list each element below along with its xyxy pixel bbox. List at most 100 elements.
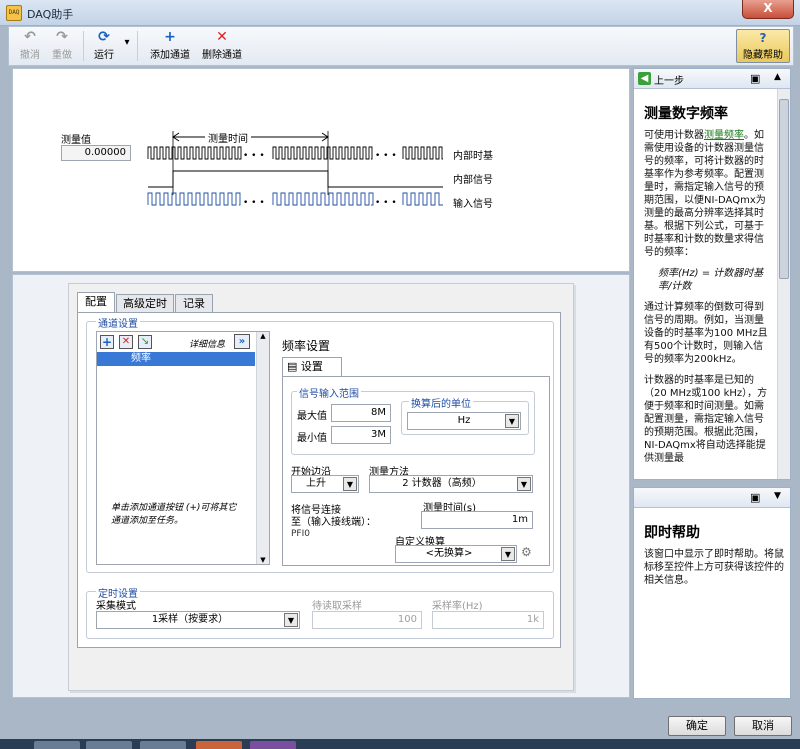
samples-to-read-label: 待读取采样 <box>312 601 362 612</box>
toolbar: ↶ 撤消 ↷ 重做 ⟳ 运行 ▾ + 添加通道 ✕ 删除通道 ? 隐藏帮助 <box>8 26 794 66</box>
help-formula: 频率(Hz) = 计数器时基率/计数 <box>658 268 764 292</box>
internal-signal-label: 内部信号 <box>453 175 493 186</box>
help-text-part: 可使用计数器 <box>644 130 704 141</box>
context-help-title: 即时帮助 <box>644 525 700 541</box>
back-arrow-icon[interactable]: ◀ <box>638 72 651 85</box>
run-label: 运行 <box>94 50 114 61</box>
undo-label: 撤消 <box>20 50 40 61</box>
input-signal-label: 输入信号 <box>453 199 493 210</box>
context-help-text: 该窗口中显示了即时帮助。将鼠标移至控件上方可获得该控件的相关信息。 <box>644 549 784 586</box>
custom-scale-value: <无换算> <box>425 548 473 559</box>
max-value-label: 最大值 <box>297 411 327 422</box>
settings-icon: ▤ <box>287 360 298 373</box>
taskbar-item[interactable] <box>140 741 186 749</box>
context-help-header: ▣ ▼ <box>634 488 790 508</box>
redo-button[interactable]: ↷ 重做 <box>47 29 77 61</box>
internal-timebase-label: 内部时基 <box>453 151 493 162</box>
min-value-input[interactable]: 3M <box>331 426 391 444</box>
starting-edge-value: 上升 <box>306 478 326 489</box>
measure-time-label: 测量时间 <box>205 130 251 145</box>
channel-list-item[interactable]: 频率 <box>97 352 255 366</box>
taskbar-item[interactable] <box>250 741 296 749</box>
toolbar-separator <box>137 31 138 61</box>
tab-config[interactable]: 配置 <box>77 292 115 313</box>
run-button[interactable]: ⟳ 运行 <box>89 29 119 61</box>
undo-button[interactable]: ↶ 撤消 <box>15 29 45 61</box>
help-title: 测量数字频率 <box>644 106 728 122</box>
help-scroll-thumb[interactable] <box>779 99 789 279</box>
units-select[interactable]: Hz ▼ <box>407 412 521 430</box>
hide-help-label: 隐藏帮助 <box>743 50 783 61</box>
acquisition-mode-value: 1采样（按要求） <box>151 614 229 625</box>
svg-text:• • •: • • • <box>243 151 265 161</box>
chevron-down-icon: ▼ <box>505 414 519 428</box>
timing-diagram: • • • • • • • • • • • • <box>147 131 443 208</box>
double-chevron-right-icon: » <box>238 336 246 347</box>
scroll-up-icon: ▲ <box>260 332 266 340</box>
undock-icon[interactable]: ▣ <box>750 72 760 85</box>
delete-channel-label: 删除通道 <box>202 50 242 61</box>
starting-edge-select[interactable]: 上升 ▼ <box>291 475 359 493</box>
config-sheet: 配置 高级定时 记录 通道设置 + ✕ ↘ 详细信息 » 频率 单击添加通道按钮… <box>68 283 574 691</box>
help-link-measure-frequency[interactable]: 测量频率 <box>704 130 744 141</box>
sample-rate-input[interactable]: 1k <box>432 611 544 629</box>
ok-button[interactable]: 确定 <box>668 716 726 736</box>
close-button[interactable]: X <box>742 0 794 19</box>
help-text-part: 。如需使用设备的计数器测量信号的频率，可将计数器的时基率作为参考频率。配置测量时… <box>644 130 766 258</box>
remove-channel-small-button[interactable]: ✕ <box>119 335 133 349</box>
wrench-icon[interactable]: ⚙ <box>521 545 535 563</box>
details-label: 详细信息 <box>189 340 226 350</box>
rename-channel-button[interactable]: ↘ <box>138 335 152 349</box>
signal-range-title: 信号输入范围 <box>297 385 361 400</box>
samples-to-read-input[interactable]: 100 <box>312 611 422 629</box>
taskbar-item[interactable] <box>196 741 242 749</box>
undock-icon[interactable]: ▣ <box>750 491 760 504</box>
help-scrollbar[interactable] <box>777 89 790 479</box>
help-panel: ◀ 上一步 ▣ ▲ 测量数字频率 可使用计数器测量频率。如需使用设备的计数器测量… <box>633 68 791 480</box>
details-expand-button[interactable]: » <box>234 334 250 349</box>
svg-text:• • •: • • • <box>243 198 265 208</box>
hide-help-button[interactable]: ? 隐藏帮助 <box>736 29 790 63</box>
taskbar-item[interactable] <box>34 741 80 749</box>
max-value-input[interactable]: 8M <box>331 404 391 422</box>
channel-settings-title: 通道设置 <box>96 315 140 330</box>
delete-channel-button[interactable]: ✕ 删除通道 <box>197 29 247 61</box>
subtab-settings[interactable]: ▤ 设置 <box>282 357 342 377</box>
taskbar-item[interactable] <box>86 741 132 749</box>
context-help-panel: ▣ ▼ 即时帮助 该窗口中显示了即时帮助。将鼠标移至控件上方可获得该控件的相关信… <box>633 487 791 699</box>
acquisition-mode-select[interactable]: 1采样（按要求） ▼ <box>96 611 300 629</box>
custom-scale-select[interactable]: <无换算> ▼ <box>395 545 517 563</box>
scaled-units-title: 换算后的单位 <box>409 395 473 410</box>
acquisition-mode-label: 采集模式 <box>96 601 136 612</box>
help-text: 可使用计数器测量频率。如需使用设备的计数器测量信号的频率，可将计数器的时基率作为… <box>644 129 772 465</box>
chevron-up-icon[interactable]: ▲ <box>774 72 781 82</box>
channel-list: + ✕ ↘ 详细信息 » 频率 单击添加通道按钮 (+)可将其它通道添加至任务。… <box>96 331 270 565</box>
connect-signal-label-2: 至（输入接线端）： <box>291 517 376 528</box>
delete-icon: ✕ <box>216 29 228 45</box>
channel-list-scrollbar[interactable]: ▲ ▼ <box>256 332 269 564</box>
undo-icon: ↶ <box>24 29 36 45</box>
title-bar: DAQ DAQ助手 X <box>0 0 800 26</box>
add-channel-button[interactable]: + 添加通道 <box>145 29 195 61</box>
chevron-down-icon: ▼ <box>517 477 531 491</box>
add-channel-small-button[interactable]: + <box>100 335 114 349</box>
run-dropdown-button[interactable]: ▾ <box>121 37 133 48</box>
units-select-value: Hz <box>457 415 471 426</box>
redo-label: 重做 <box>52 50 72 61</box>
measure-time-input[interactable]: 1m <box>421 511 533 529</box>
daq-app-icon: DAQ <box>6 5 22 21</box>
svg-text:• • •: • • • <box>375 151 397 161</box>
rename-icon: ↘ <box>140 336 150 347</box>
config-tab-page: 通道设置 + ✕ ↘ 详细信息 » 频率 单击添加通道按钮 (+)可将其它通道添… <box>77 312 561 648</box>
tab-advanced-timing[interactable]: 高级定时 <box>116 294 174 313</box>
tab-logging[interactable]: 记录 <box>175 294 213 313</box>
method-select[interactable]: 2 计数器（高频） ▼ <box>369 475 533 493</box>
back-label[interactable]: 上一步 <box>654 72 684 87</box>
scroll-down-icon: ▼ <box>260 556 266 564</box>
cancel-button[interactable]: 取消 <box>734 716 792 736</box>
chevron-down-icon: ▼ <box>284 613 298 627</box>
pulse-train <box>147 192 241 206</box>
plus-icon: + <box>164 29 176 45</box>
subtab-settings-label: 设置 <box>300 360 323 373</box>
chevron-down-icon[interactable]: ▼ <box>774 491 781 501</box>
